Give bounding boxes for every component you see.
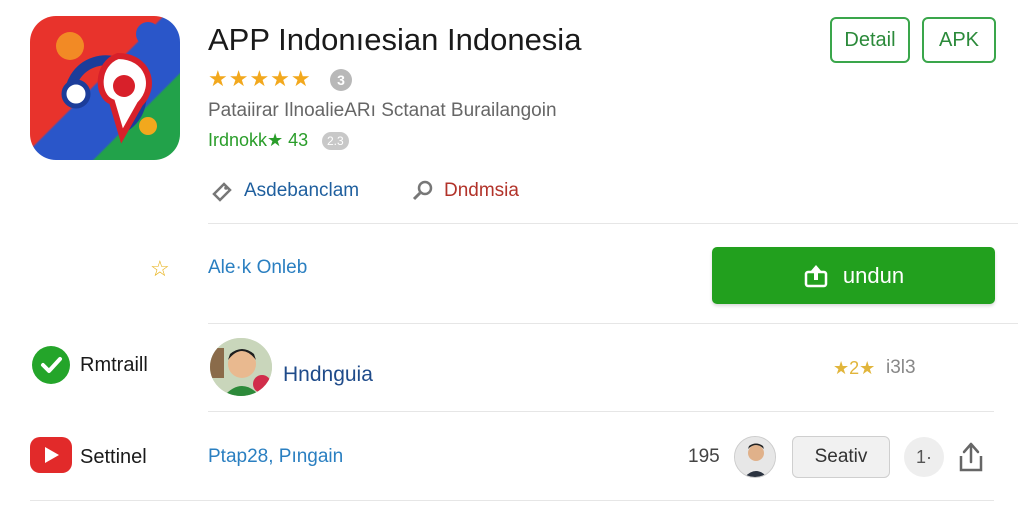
app-title: APP Indonıesian Indonesia [208, 22, 582, 57]
download-icon [804, 265, 828, 288]
update-date: Ptap28, Pıngain [208, 446, 344, 467]
row-label-1[interactable]: Rmtraill [80, 354, 148, 377]
more-button[interactable]: 1· [904, 437, 944, 477]
category-tag-label: Asdebanclam [244, 180, 360, 202]
region-tag-label: Dndmsia [444, 180, 519, 202]
review-stars: ★2★ [833, 358, 876, 378]
download-count: 195 [688, 446, 720, 467]
star-icon: ☆ [150, 256, 170, 281]
developer-avatar[interactable] [210, 338, 272, 396]
save-button[interactable]: Seativ [792, 436, 890, 478]
user-avatar[interactable] [734, 436, 776, 478]
divider [208, 323, 1018, 324]
rating-badge: 2.3 [322, 132, 349, 150]
play-icon [30, 437, 72, 473]
developer-name[interactable]: Hndnguia [283, 363, 373, 387]
app-subtitle: Pataiirar IlnoalieARı Sctanat Burailango… [208, 100, 557, 121]
tag-icon [212, 182, 232, 202]
apk-button[interactable]: APK [922, 17, 996, 63]
check-icon [32, 346, 70, 384]
promo-link[interactable]: Ale·k Onleb [208, 257, 307, 279]
app-icon [30, 16, 180, 160]
info-icon[interactable]: 3 [330, 69, 352, 91]
divider [208, 223, 1018, 224]
detail-button[interactable]: Detail [830, 17, 910, 63]
share-icon[interactable] [955, 440, 987, 474]
category-tag[interactable]: Asdebanclam [210, 178, 359, 204]
review-count: i3l3 [886, 357, 916, 378]
divider [208, 411, 994, 412]
region-tag[interactable]: Dndmsia [410, 178, 519, 204]
rating-stars: ★★★★★ [208, 66, 312, 91]
rating-summary: Irdnokk★ 43 [208, 130, 309, 150]
download-button[interactable]: undun [712, 247, 995, 304]
search-icon [412, 180, 433, 201]
app-logo-graphic [56, 22, 160, 144]
row-label-2[interactable]: Settinel [80, 446, 147, 469]
divider [30, 500, 994, 501]
download-label: undun [842, 263, 905, 288]
